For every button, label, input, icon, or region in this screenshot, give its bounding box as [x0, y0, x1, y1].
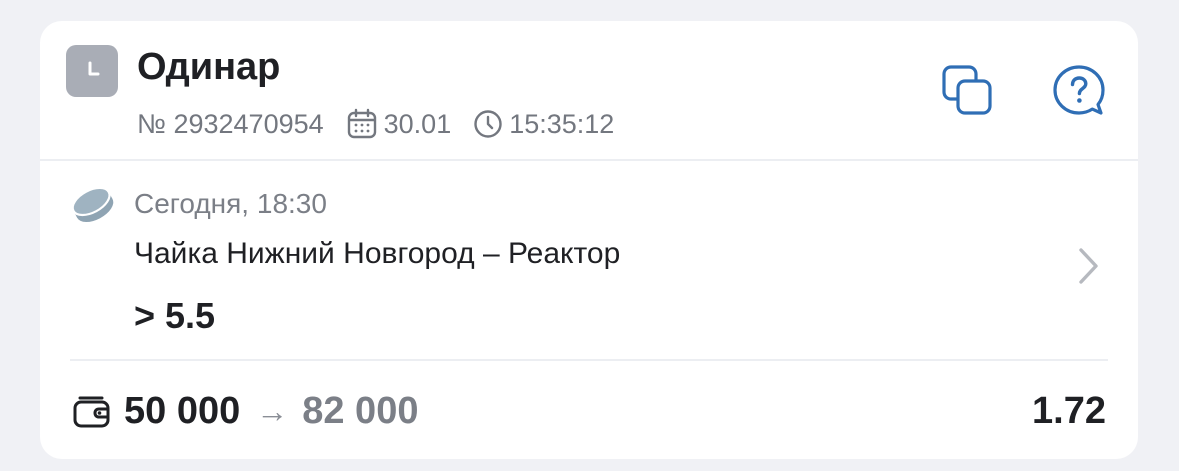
bet-number: № 2932470954 — [137, 109, 324, 139]
event-row[interactable]: Сегодня, 18:30 Чайка Нижний Новгород – Р… — [40, 161, 1138, 361]
copy-button[interactable] — [938, 61, 998, 121]
payout-amount: 82 000 — [302, 390, 419, 432]
bet-type-title: Одинар — [137, 46, 281, 88]
bet-header: Одинар № 2932470954 30.01 15:35:12 — [40, 21, 1138, 160]
time-icon — [474, 110, 502, 138]
calendar-icon — [347, 108, 376, 139]
clock-icon — [88, 61, 100, 76]
copy-icon — [942, 65, 992, 115]
stake-amount: 50 000 — [124, 390, 241, 432]
bet-time-text: 15:35:12 — [509, 109, 615, 139]
hockey-puck-icon — [71, 186, 114, 223]
bet-meta: № 2932470954 30.01 15:35:12 — [137, 107, 614, 141]
event-start-time: Сегодня, 18:30 — [134, 188, 327, 219]
help-icon — [1053, 65, 1105, 115]
sport-icon-wrapper — [70, 185, 116, 230]
arrow-right-icon: → — [256, 393, 289, 429]
wallet-icon — [73, 396, 110, 428]
bet-date-text: 30.01 — [383, 109, 452, 139]
odds-value: 1.72 — [1032, 390, 1106, 432]
bet-date: 30.01 — [346, 107, 452, 141]
event-outcome: > 5.5 — [134, 295, 216, 336]
chevron-right-icon — [1079, 248, 1098, 284]
amounts: 50 000 → 82 000 — [124, 389, 418, 433]
status-badge — [66, 45, 118, 97]
bet-time: 15:35:12 — [473, 107, 614, 141]
bet-footer: 50 000 → 82 000 1.72 — [40, 361, 1138, 459]
help-button[interactable] — [1049, 61, 1109, 121]
event-teams: Чайка Нижний Новгород – Реактор — [134, 237, 621, 270]
bet-card: Одинар № 2932470954 30.01 15:35:12 Сегод… — [40, 21, 1138, 459]
